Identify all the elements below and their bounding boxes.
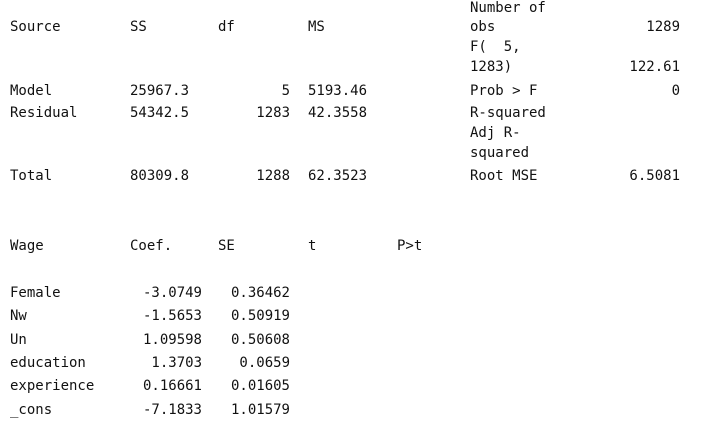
coef-header-se: SE — [218, 238, 235, 254]
coef-row-var: Nw — [10, 308, 27, 324]
anova-row-source: Residual — [10, 105, 78, 121]
stat-nobs-label-line1: Number of — [470, 0, 546, 16]
coef-row-se: 0.50608 — [230, 332, 290, 348]
coef-row-var: Un — [10, 332, 27, 348]
stat-f-value: 122.61 — [629, 59, 680, 75]
coef-header-t: t — [308, 238, 317, 254]
coef-row-se: 0.50919 — [230, 308, 290, 324]
stat-probf-label: Prob > F — [470, 83, 538, 99]
coef-header-coef: Coef. — [130, 238, 173, 254]
anova-header-source: Source — [10, 19, 61, 35]
coef-row-coef: 0.16661 — [142, 378, 202, 394]
coef-header-var: Wage — [10, 238, 44, 254]
anova-row-ms: 5193.46 — [308, 83, 368, 99]
anova-row-ms: 62.3523 — [308, 168, 368, 184]
coef-row-se: 0.0659 — [239, 355, 290, 371]
coef-row-var: education — [10, 355, 86, 371]
coef-row-coef: -3.0749 — [142, 285, 202, 301]
anova-row-source: Total — [10, 168, 53, 184]
anova-row-ms: 42.3558 — [308, 105, 368, 121]
anova-row-df: 1288 — [256, 168, 290, 184]
stat-adjrsq-label-line1: Adj R- — [470, 125, 521, 141]
anova-row-ss: 54342.5 — [130, 105, 190, 121]
stat-rmse-label: Root MSE — [470, 168, 538, 184]
coef-row-se: 0.01605 — [230, 378, 290, 394]
anova-row-df: 5 — [281, 83, 290, 99]
anova-row-df: 1283 — [256, 105, 290, 121]
coef-row-var: experience — [10, 378, 95, 394]
stat-adjrsq-label-line2: squared — [470, 145, 530, 161]
stat-probf-value: 0 — [671, 83, 680, 99]
stat-f-label-line2: 1283) — [470, 59, 513, 75]
anova-header-ms: MS — [308, 19, 325, 35]
stat-f-label-line1: F( 5, — [470, 39, 521, 55]
anova-row-ss: 80309.8 — [130, 168, 190, 184]
anova-row-source: Model — [10, 83, 53, 99]
anova-header-ss: SS — [130, 19, 147, 35]
coef-row-var: _cons — [10, 402, 53, 418]
coef-row-coef: -1.5653 — [142, 308, 202, 324]
stat-rmse-value: 6.5081 — [629, 168, 680, 184]
coef-row-coef: -7.1833 — [142, 402, 202, 418]
stat-nobs-value: 1289 — [646, 19, 680, 35]
coef-row-se: 1.01579 — [230, 402, 290, 418]
anova-row-ss: 25967.3 — [130, 83, 190, 99]
coef-row-se: 0.36462 — [230, 285, 290, 301]
anova-header-df: df — [218, 19, 235, 35]
stat-nobs-label-line2: obs — [470, 19, 496, 35]
coef-header-p: P>t — [397, 238, 423, 254]
coef-row-coef: 1.09598 — [142, 332, 202, 348]
coef-row-coef: 1.3703 — [151, 355, 202, 371]
stat-rsq-label: R-squared — [470, 105, 546, 121]
coef-row-var: Female — [10, 285, 61, 301]
